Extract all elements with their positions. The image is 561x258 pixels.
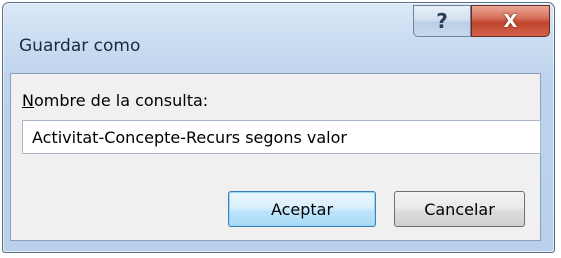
cancel-button[interactable]: Cancelar — [394, 191, 525, 227]
cancel-button-label: Cancelar — [424, 199, 495, 219]
accept-button[interactable]: Aceptar — [228, 191, 376, 227]
query-name-input[interactable] — [22, 120, 541, 154]
label-text: ombre de la consulta: — [33, 91, 209, 110]
title-bar[interactable]: Guardar como ? X — [3, 3, 554, 77]
accept-button-label: Aceptar — [270, 199, 334, 219]
query-name-label: Nombre de la consulta: — [22, 91, 208, 110]
close-button[interactable]: X — [471, 5, 550, 37]
dialog-title: Guardar como — [19, 36, 141, 56]
label-accesskey: N — [22, 91, 34, 110]
close-icon: X — [503, 10, 518, 32]
question-mark-icon: ? — [436, 9, 448, 33]
help-button[interactable]: ? — [413, 5, 471, 37]
